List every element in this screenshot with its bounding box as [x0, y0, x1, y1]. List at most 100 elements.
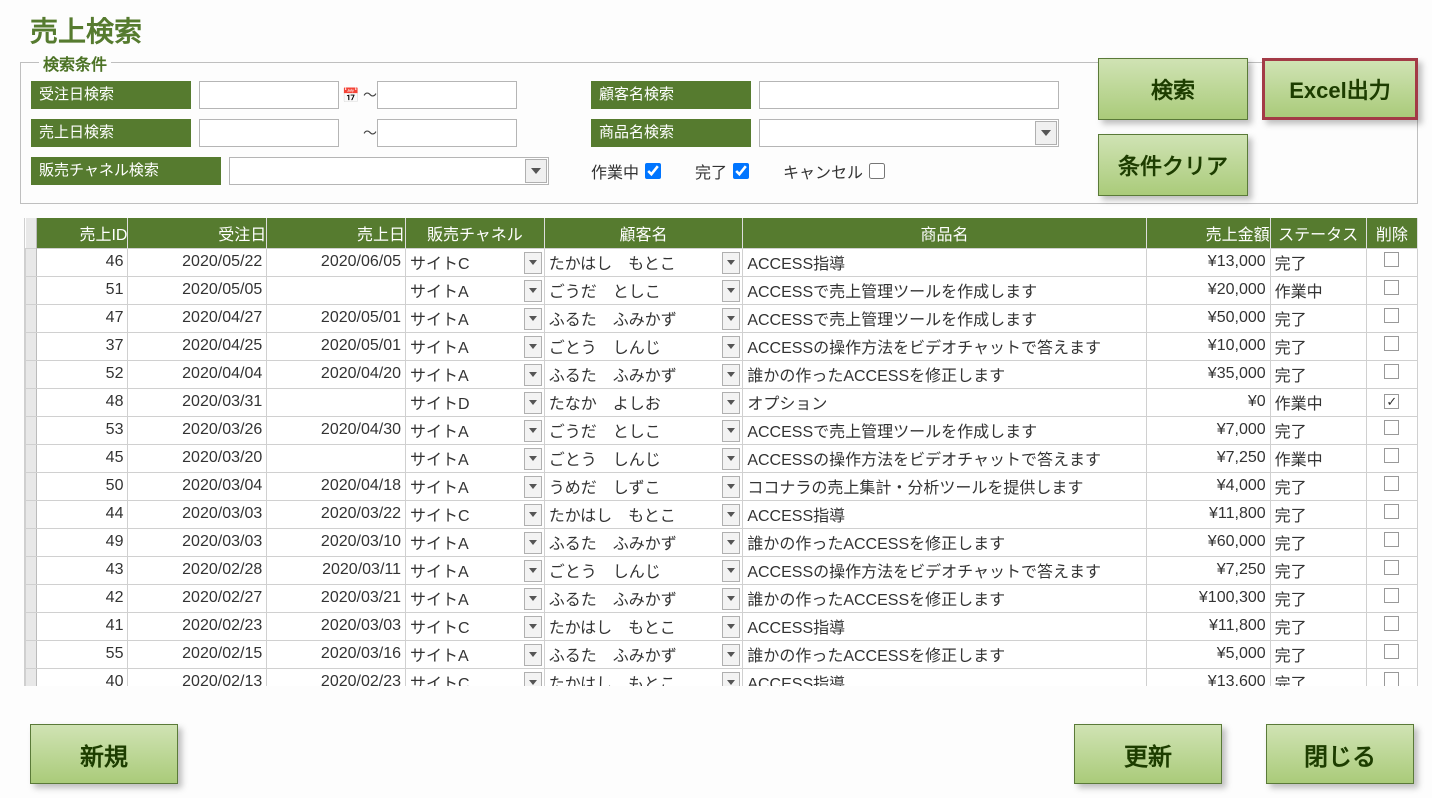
cell-customer[interactable]: うめだ しずこ	[544, 472, 743, 500]
cell-status[interactable]: 完了	[1270, 668, 1366, 686]
close-button[interactable]: 閉じる	[1266, 724, 1414, 784]
cell-order-date[interactable]: 2020/03/03	[128, 528, 267, 556]
cell-id[interactable]: 52	[36, 360, 128, 388]
table-row[interactable]: 372020/04/252020/05/01サイトAごとう しんじACCESSの…	[26, 332, 1418, 360]
cell-amount[interactable]: ¥5,000	[1146, 640, 1270, 668]
cell-channel[interactable]: サイトA	[406, 304, 545, 332]
cell-delete[interactable]	[1366, 444, 1417, 472]
cell-sales-date[interactable]: 2020/03/16	[267, 640, 406, 668]
table-row[interactable]: 452020/03/20サイトAごとう しんじACCESSの操作方法をビデオチャ…	[26, 444, 1418, 472]
cell-sales-date[interactable]: 2020/04/18	[267, 472, 406, 500]
cell-customer[interactable]: ごうだ としこ	[544, 416, 743, 444]
cell-order-date[interactable]: 2020/03/20	[128, 444, 267, 472]
order-date-from-input[interactable]	[199, 81, 339, 109]
row-selector[interactable]	[26, 584, 37, 612]
cell-order-date[interactable]: 2020/02/28	[128, 556, 267, 584]
delete-checkbox[interactable]	[1384, 504, 1399, 519]
cell-status[interactable]: 作業中	[1270, 444, 1366, 472]
cell-amount[interactable]: ¥7,000	[1146, 416, 1270, 444]
cell-product[interactable]: 誰かの作ったACCESSを修正します	[743, 584, 1147, 612]
cell-id[interactable]: 41	[36, 612, 128, 640]
delete-checkbox[interactable]	[1384, 336, 1399, 351]
table-row[interactable]: 432020/02/282020/03/11サイトAごとう しんじACCESSの…	[26, 556, 1418, 584]
cell-channel[interactable]: サイトD	[406, 388, 545, 416]
cell-id[interactable]: 42	[36, 584, 128, 612]
cell-amount[interactable]: ¥4,000	[1146, 472, 1270, 500]
cell-sales-date[interactable]: 2020/03/11	[267, 556, 406, 584]
delete-checkbox[interactable]	[1384, 672, 1399, 686]
cell-id[interactable]: 43	[36, 556, 128, 584]
row-selector[interactable]	[26, 528, 37, 556]
cell-amount[interactable]: ¥35,000	[1146, 360, 1270, 388]
row-selector[interactable]	[26, 388, 37, 416]
delete-checkbox[interactable]	[1384, 616, 1399, 631]
delete-checkbox[interactable]	[1384, 280, 1399, 295]
table-row[interactable]: 482020/03/31サイトDたなか よしおオプション¥0作業中✓	[26, 388, 1418, 416]
cell-sales-date[interactable]: 2020/03/22	[267, 500, 406, 528]
cell-channel[interactable]: サイトA	[406, 444, 545, 472]
cell-id[interactable]: 55	[36, 640, 128, 668]
cell-amount[interactable]: ¥60,000	[1146, 528, 1270, 556]
cell-order-date[interactable]: 2020/03/04	[128, 472, 267, 500]
cell-product[interactable]: ACCESSの操作方法をビデオチャットで答えます	[743, 444, 1147, 472]
done-checkbox[interactable]	[733, 163, 749, 179]
status-done-check[interactable]: 完了	[695, 159, 749, 183]
delete-checkbox[interactable]: ✓	[1384, 394, 1399, 409]
table-row[interactable]: 402020/02/132020/02/23サイトCたかはし もとこACCESS…	[26, 668, 1418, 686]
cell-status[interactable]: 完了	[1270, 332, 1366, 360]
cell-channel[interactable]: サイトA	[406, 276, 545, 304]
delete-checkbox[interactable]	[1384, 588, 1399, 603]
cell-sales-date[interactable]: 2020/03/10	[267, 528, 406, 556]
clear-button[interactable]: 条件クリア	[1098, 134, 1248, 196]
cell-delete[interactable]	[1366, 612, 1417, 640]
cell-customer[interactable]: ふるた ふみかず	[544, 360, 743, 388]
table-row[interactable]: 522020/04/042020/04/20サイトAふるた ふみかず誰かの作った…	[26, 360, 1418, 388]
cell-id[interactable]: 40	[36, 668, 128, 686]
cell-product[interactable]: ACCESSで売上管理ツールを作成します	[743, 276, 1147, 304]
cell-sales-date[interactable]: 2020/04/20	[267, 360, 406, 388]
cell-delete[interactable]	[1366, 416, 1417, 444]
cell-delete[interactable]	[1366, 360, 1417, 388]
status-working-check[interactable]: 作業中	[591, 159, 661, 183]
cell-sales-date[interactable]: 2020/06/05	[267, 248, 406, 276]
cell-sales-date[interactable]: 2020/05/01	[267, 304, 406, 332]
table-row[interactable]: 502020/03/042020/04/18サイトAうめだ しずこココナラの売上…	[26, 472, 1418, 500]
cell-order-date[interactable]: 2020/04/27	[128, 304, 267, 332]
cell-amount[interactable]: ¥100,300	[1146, 584, 1270, 612]
cell-status[interactable]: 完了	[1270, 416, 1366, 444]
cell-status[interactable]: 完了	[1270, 304, 1366, 332]
cell-customer[interactable]: ごとう しんじ	[544, 332, 743, 360]
delete-checkbox[interactable]	[1384, 532, 1399, 547]
row-selector[interactable]	[26, 668, 37, 686]
delete-checkbox[interactable]	[1384, 560, 1399, 575]
table-row[interactable]: 422020/02/272020/03/21サイトAふるた ふみかず誰かの作った…	[26, 584, 1418, 612]
cell-delete[interactable]	[1366, 248, 1417, 276]
cell-channel[interactable]: サイトA	[406, 416, 545, 444]
cell-product[interactable]: オプション	[743, 388, 1147, 416]
cell-order-date[interactable]: 2020/05/05	[128, 276, 267, 304]
cell-channel[interactable]: サイトC	[406, 500, 545, 528]
cell-channel[interactable]: サイトC	[406, 668, 545, 686]
cell-product[interactable]: ACCESSの操作方法をビデオチャットで答えます	[743, 556, 1147, 584]
cell-status[interactable]: 完了	[1270, 360, 1366, 388]
delete-checkbox[interactable]	[1384, 644, 1399, 659]
table-row[interactable]: 512020/05/05サイトAごうだ としこACCESSで売上管理ツールを作成…	[26, 276, 1418, 304]
cell-amount[interactable]: ¥10,000	[1146, 332, 1270, 360]
cell-product[interactable]: ACCESS指導	[743, 500, 1147, 528]
delete-checkbox[interactable]	[1384, 364, 1399, 379]
cell-channel[interactable]: サイトA	[406, 556, 545, 584]
row-selector[interactable]	[26, 444, 37, 472]
table-row[interactable]: 412020/02/232020/03/03サイトCたかはし もとこACCESS…	[26, 612, 1418, 640]
row-selector[interactable]	[26, 500, 37, 528]
cell-id[interactable]: 45	[36, 444, 128, 472]
cell-sales-date[interactable]: 2020/02/23	[267, 668, 406, 686]
cell-status[interactable]: 完了	[1270, 528, 1366, 556]
row-selector[interactable]	[26, 248, 37, 276]
cell-delete[interactable]	[1366, 332, 1417, 360]
cell-sales-date[interactable]	[267, 276, 406, 304]
cell-status[interactable]: 完了	[1270, 472, 1366, 500]
cell-channel[interactable]: サイトA	[406, 528, 545, 556]
row-selector[interactable]	[26, 556, 37, 584]
cell-product[interactable]: ACCESSで売上管理ツールを作成します	[743, 416, 1147, 444]
cell-status[interactable]: 完了	[1270, 248, 1366, 276]
